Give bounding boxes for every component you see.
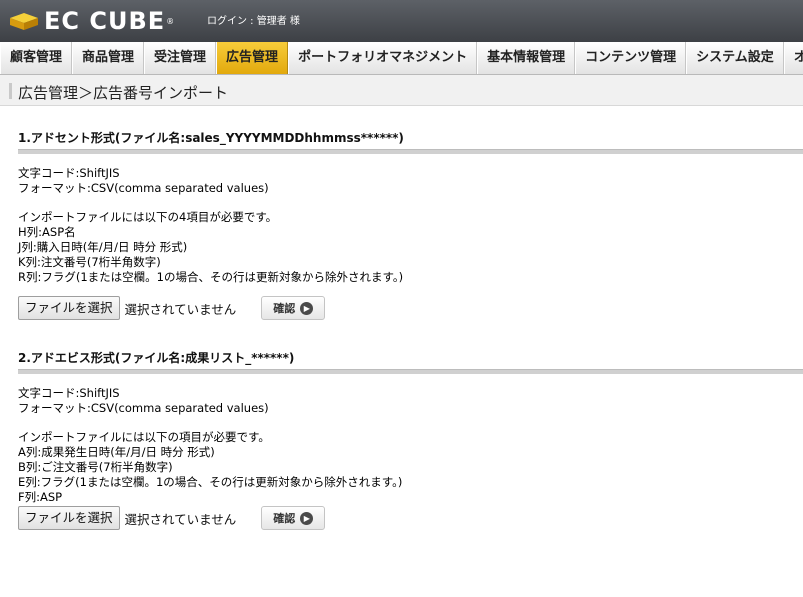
info-line: J列:購入日時(年/月/日 時分 形式) — [18, 240, 188, 254]
info-line: フォーマット:CSV(comma separated values) — [18, 181, 269, 195]
brand-name: EC CUBE — [44, 7, 166, 35]
info-line: インポートファイルには以下の項目が必要です。 — [18, 430, 270, 444]
file-status-text: 選択されていません — [124, 511, 237, 527]
import-section-adebis: 2.アドエビス形式(ファイル名:成果リスト_******) 文字コード:Shif… — [18, 349, 803, 531]
nav-item-ads[interactable]: 広告管理 — [216, 42, 289, 74]
file-status-text: 選択されていません — [124, 301, 237, 317]
login-status: ログイン : 管理者 様 — [207, 16, 300, 27]
info-line: フォーマット:CSV(comma separated values) — [18, 401, 269, 415]
registered-mark: ® — [166, 16, 175, 26]
info-line: F列:ASP — [18, 490, 63, 504]
info-line: A列:成果発生日時(年/月/日 時分 形式) — [18, 445, 215, 459]
info-line: インポートファイルには以下の4項目が必要です。 — [18, 210, 278, 224]
page-title: 広告管理＞広告番号インポート — [18, 84, 229, 102]
confirm-label: 確認 — [273, 512, 296, 525]
nav-item-portfolio[interactable]: ポートフォリオマネジメント — [288, 42, 478, 74]
arrow-right-icon: ▶ — [300, 511, 314, 525]
nav-item-products[interactable]: 商品管理 — [72, 42, 145, 74]
nav-item-owners[interactable]: オーナーズ — [783, 42, 803, 74]
confirm-button[interactable]: 確認 ▶ — [261, 506, 326, 530]
confirm-button[interactable]: 確認 ▶ — [261, 296, 326, 320]
info-line: B列:ご注文番号(7桁半角数字) — [18, 460, 173, 474]
page-title-bar: 広告管理＞広告番号インポート — [0, 75, 803, 106]
arrow-right-icon: ▶ — [300, 301, 314, 315]
info-line: E列:フラグ(1または空欄。1の場合、その行は更新対象から除外されます。) — [18, 475, 403, 489]
nav-item-contents[interactable]: コンテンツ管理 — [575, 42, 687, 74]
nav-item-customer[interactable]: 顧客管理 — [0, 42, 73, 74]
choose-file-button[interactable]: ファイルを選択 — [18, 506, 120, 530]
nav-item-orders[interactable]: 受注管理 — [144, 42, 217, 74]
info-line: R列:フラグ(1または空欄。1の場合、その行は更新対象から除外されます。) — [18, 270, 404, 284]
app-header: EC CUBE ® ログイン : 管理者 様 — [0, 0, 803, 42]
file-upload-row: ファイルを選択 選択されていません 確認 ▶ — [18, 295, 803, 321]
info-line: K列:注文番号(7桁半角数字) — [18, 255, 161, 269]
nav-item-system[interactable]: システム設定 — [686, 42, 784, 74]
ec-cube-logo[interactable]: EC CUBE ® — [8, 7, 174, 35]
section-heading: 2.アドエビス形式(ファイル名:成果リスト_******) — [18, 351, 295, 365]
choose-file-button[interactable]: ファイルを選択 — [18, 296, 120, 320]
file-upload-row: ファイルを選択 選択されていません 確認 ▶ — [18, 505, 803, 531]
import-section-adcent: 1.アドセント形式(ファイル名:sales_YYYYMMDDhhmmss****… — [18, 129, 803, 321]
section-heading: 1.アドセント形式(ファイル名:sales_YYYYMMDDhhmmss****… — [18, 131, 404, 145]
confirm-label: 確認 — [273, 302, 296, 315]
info-line: 文字コード:ShiftJIS — [18, 166, 120, 180]
main-nav: 顧客管理 商品管理 受注管理 広告管理 ポートフォリオマネジメント 基本情報管理… — [0, 42, 803, 75]
cube-logo-icon — [10, 13, 38, 30]
info-line: H列:ASP名 — [18, 225, 76, 239]
nav-item-basic-info[interactable]: 基本情報管理 — [477, 42, 576, 74]
info-line: 文字コード:ShiftJIS — [18, 386, 120, 400]
title-accent — [9, 83, 12, 99]
